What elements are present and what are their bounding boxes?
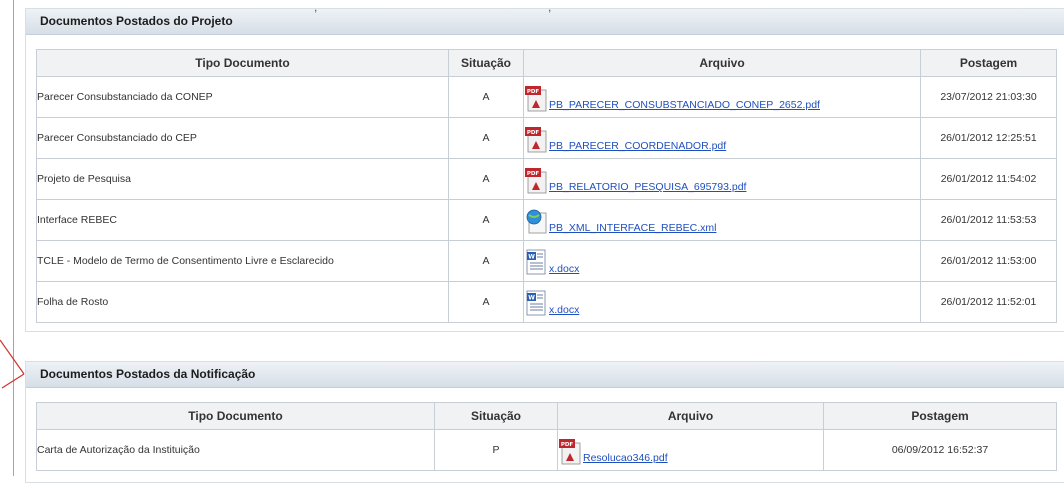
left-border-line <box>13 0 14 476</box>
table-row: Parecer Consubstanciado da CONEP A PDF PB_P… <box>36 76 1057 118</box>
cell-arquivo: PDF PB_PARECER_COORDENADOR.pdf <box>523 117 921 159</box>
cell-arquivo: Wx.docx <box>523 240 921 282</box>
table-row: Projeto de Pesquisa A PDF PB_RELATORIO_PESQ… <box>36 158 1057 200</box>
column-header-arquivo[interactable]: Arquivo <box>557 402 824 430</box>
column-header-postagem[interactable]: Postagem <box>823 402 1057 430</box>
file-download-link[interactable]: PB_PARECER_COORDENADOR.pdf <box>549 140 726 152</box>
table-row: TCLE - Modelo de Termo de Consentimento … <box>36 240 1057 282</box>
cell-postagem: 26/01/2012 11:53:00 <box>920 240 1057 282</box>
file-download-link[interactable]: PB_RELATORIO_PESQUISA_695793.pdf <box>549 181 746 193</box>
cell-postagem: 06/09/2012 16:52:37 <box>823 429 1057 471</box>
file-download-link[interactable]: PB_PARECER_CONSUBSTANCIADO_CONEP_2652.pd… <box>549 99 820 111</box>
word-doc-icon[interactable]: W <box>525 289 549 317</box>
cell-arquivo: PDF Resolucao346.pdf <box>557 429 824 471</box>
cell-situacao: A <box>448 281 524 323</box>
table-row: Folha de Rosto A Wx.docx 26/01/2012 11:52:0… <box>36 281 1057 323</box>
column-header-tipo[interactable]: Tipo Documento <box>36 49 449 77</box>
cell-situacao: A <box>448 158 524 200</box>
cell-tipo-documento: Folha de Rosto <box>36 281 449 323</box>
file-download-link[interactable]: PB_XML_INTERFACE_REBEC.xml <box>549 222 716 234</box>
cell-situacao: A <box>448 199 524 241</box>
file-download-link[interactable]: Resolucao346.pdf <box>583 452 668 464</box>
cell-tipo-documento: Interface REBEC <box>36 199 449 241</box>
cell-arquivo: PDF PB_RELATORIO_PESQUISA_695793.pdf <box>523 158 921 200</box>
column-header-arquivo[interactable]: Arquivo <box>523 49 921 77</box>
cell-situacao: A <box>448 117 524 159</box>
panel-documentos-notificacao: Documentos Postados da Notificação Tipo … <box>25 361 1064 483</box>
pdf-icon[interactable]: PDF <box>525 84 549 112</box>
cell-arquivo: PB_XML_INTERFACE_REBEC.xml <box>523 199 921 241</box>
word-doc-icon[interactable]: W <box>525 248 549 276</box>
cell-postagem: 26/01/2012 11:54:02 <box>920 158 1057 200</box>
table-row: Interface REBEC A PB_XML_INTERFACE_REBEC.x… <box>36 199 1057 241</box>
cell-tipo-documento: Carta de Autorização da Instituição <box>36 429 435 471</box>
table-row: Carta de Autorização da Instituição P PDF R… <box>36 429 1057 471</box>
xml-icon[interactable] <box>525 207 549 235</box>
cell-tipo-documento: Parecer Consubstanciado da CONEP <box>36 76 449 118</box>
pdf-icon[interactable]: PDF <box>525 125 549 153</box>
cell-postagem: 26/01/2012 11:52:01 <box>920 281 1057 323</box>
cell-postagem: 26/01/2012 11:53:53 <box>920 199 1057 241</box>
svg-text:PDF: PDF <box>561 442 574 448</box>
column-header-situacao[interactable]: Situação <box>448 49 524 77</box>
table-header-row: Tipo Documento Situação Arquivo Postagem <box>36 402 1057 430</box>
table-header-row: Tipo Documento Situação Arquivo Postagem <box>36 49 1057 77</box>
cell-tipo-documento: Projeto de Pesquisa <box>36 158 449 200</box>
pdf-icon[interactable]: PDF <box>525 166 549 194</box>
cell-arquivo: Wx.docx <box>523 281 921 323</box>
cell-postagem: 26/01/2012 12:25:51 <box>920 117 1057 159</box>
cell-situacao: A <box>448 76 524 118</box>
svg-text:W: W <box>528 254 535 261</box>
documents-table: Tipo Documento Situação Arquivo Postagem… <box>36 402 1057 471</box>
documents-table: Tipo Documento Situação Arquivo Postagem… <box>36 49 1057 323</box>
clipped-text-above: ,-, <box>28 9 868 20</box>
file-download-link[interactable]: x.docx <box>549 263 579 275</box>
cell-situacao: A <box>448 240 524 282</box>
svg-text:PDF: PDF <box>527 171 540 177</box>
panel-title: Documentos Postados da Notificação <box>26 362 1064 388</box>
cell-tipo-documento: TCLE - Modelo de Termo de Consentimento … <box>36 240 449 282</box>
cell-arquivo: PDF PB_PARECER_CONSUBSTANCIADO_CONEP_2652… <box>523 76 921 118</box>
svg-text:PDF: PDF <box>527 130 540 136</box>
table-row: Parecer Consubstanciado do CEP A PDF PB_PAR… <box>36 117 1057 159</box>
svg-text:PDF: PDF <box>527 89 540 95</box>
cell-situacao: P <box>434 429 558 471</box>
column-header-tipo[interactable]: Tipo Documento <box>36 402 435 430</box>
svg-text:W: W <box>528 295 535 302</box>
column-header-postagem[interactable]: Postagem <box>920 49 1057 77</box>
pdf-icon[interactable]: PDF <box>559 437 583 465</box>
column-header-situacao[interactable]: Situação <box>434 402 558 430</box>
panel-documentos-projeto: ,-, Documentos Postados do Projeto Tipo … <box>25 8 1064 332</box>
cell-tipo-documento: Parecer Consubstanciado do CEP <box>36 117 449 159</box>
file-download-link[interactable]: x.docx <box>549 304 579 316</box>
cell-postagem: 23/07/2012 21:03:30 <box>920 76 1057 118</box>
